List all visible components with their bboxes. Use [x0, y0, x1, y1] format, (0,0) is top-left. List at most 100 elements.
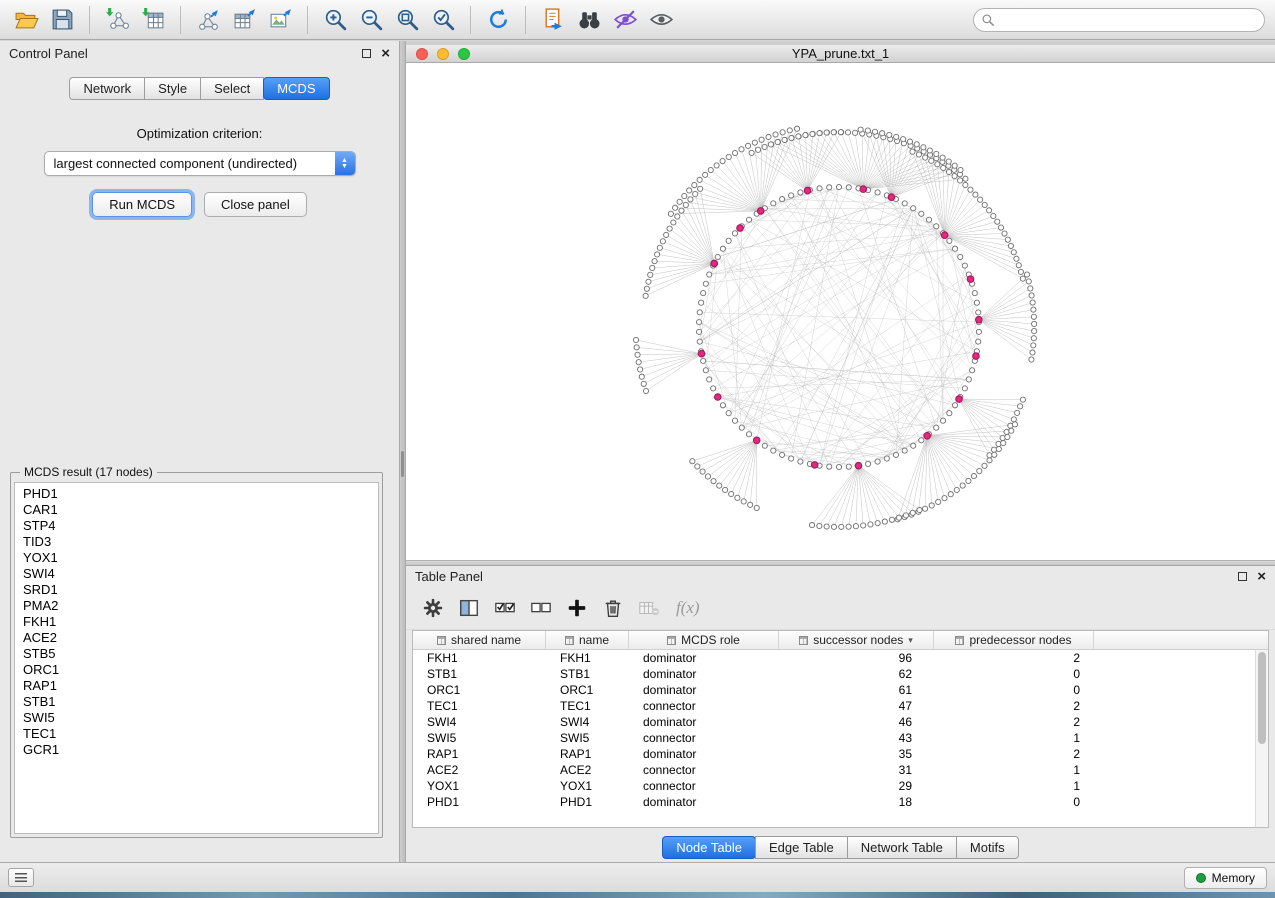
unselect-all-columns-icon[interactable]: [530, 597, 552, 619]
tab-network-table[interactable]: Network Table: [847, 836, 957, 859]
table-cell: connector: [629, 763, 779, 777]
create-column-plus-icon[interactable]: [566, 597, 588, 619]
mcds-result-item[interactable]: GCR1: [15, 742, 378, 758]
sort-indicator-icon[interactable]: ▾: [908, 635, 913, 646]
criterion-select[interactable]: largest connected component (undirected)…: [44, 151, 356, 176]
table-row[interactable]: SWI5SWI5connector431: [413, 730, 1255, 746]
tab-network[interactable]: Network: [69, 77, 145, 100]
export-network-button[interactable]: [192, 4, 224, 36]
eye-slash-icon: [613, 7, 638, 32]
table-row[interactable]: ACE2ACE2connector311: [413, 762, 1255, 778]
table-row[interactable]: ORC1ORC1dominator610: [413, 682, 1255, 698]
column-grid-icon: [437, 636, 446, 645]
mcds-result-item[interactable]: PHD1: [15, 486, 378, 502]
mcds-result-item[interactable]: SWI5: [15, 710, 378, 726]
dropdown-arrows-icon: ▲▼: [335, 152, 355, 175]
table-row[interactable]: YOX1YOX1connector291: [413, 778, 1255, 794]
table-row[interactable]: PHD1PHD1dominator180: [413, 794, 1255, 810]
network-view[interactable]: [406, 63, 1275, 560]
vertical-splitter[interactable]: [399, 41, 406, 862]
table-settings-gear-icon[interactable]: [422, 597, 444, 619]
mcds-result-item[interactable]: PMA2: [15, 598, 378, 614]
zoom-in-button[interactable]: [319, 4, 351, 36]
close-panel-button[interactable]: Close panel: [204, 192, 307, 217]
close-window-icon[interactable]: [416, 48, 428, 60]
search-input[interactable]: [973, 8, 1265, 32]
show-columns-icon[interactable]: [458, 597, 480, 619]
export-table-button[interactable]: [228, 4, 260, 36]
clone-network-button[interactable]: [537, 4, 569, 36]
mcds-result-item[interactable]: SWI4: [15, 566, 378, 582]
table-cell: 31: [779, 763, 934, 777]
splitter-grip[interactable]: [401, 451, 404, 477]
status-bar: Memory: [0, 862, 1275, 892]
show-graphics-details-button[interactable]: [645, 4, 677, 36]
maximize-window-icon[interactable]: [458, 48, 470, 60]
mcds-result-item[interactable]: FKH1: [15, 614, 378, 630]
table-cell: SWI5: [413, 731, 546, 745]
table-row[interactable]: FKH1FKH1dominator962: [413, 650, 1255, 666]
close-table-panel-icon[interactable]: ×: [1257, 572, 1266, 581]
zoom-selected-button[interactable]: [427, 4, 459, 36]
float-panel-icon[interactable]: [362, 49, 371, 58]
select-all-columns-icon[interactable]: [494, 597, 516, 619]
mcds-result-item[interactable]: RAP1: [15, 678, 378, 694]
mcds-result-item[interactable]: TID3: [15, 534, 378, 550]
column-header-shared-name[interactable]: shared name: [413, 631, 546, 649]
tab-mcds[interactable]: MCDS: [263, 77, 329, 100]
mcds-result-item[interactable]: SRD1: [15, 582, 378, 598]
column-header-successor-nodes[interactable]: successor nodes▾: [779, 631, 934, 649]
close-panel-icon[interactable]: ×: [381, 49, 390, 58]
mcds-result-item[interactable]: STB5: [15, 646, 378, 662]
column-header-predecessor-nodes[interactable]: predecessor nodes: [934, 631, 1094, 649]
table-cell: dominator: [629, 715, 779, 729]
open-session-button[interactable]: [10, 4, 42, 36]
refresh-button[interactable]: [482, 4, 514, 36]
column-header-MCDS-role[interactable]: MCDS role: [629, 631, 779, 649]
tab-edge-table[interactable]: Edge Table: [755, 836, 848, 859]
mcds-result-list[interactable]: PHD1CAR1STP4TID3YOX1SWI4SRD1PMA2FKH1ACE2…: [14, 482, 379, 834]
clone-network-icon: [541, 7, 566, 32]
column-label: name: [579, 633, 609, 647]
list-icon: [15, 873, 27, 882]
mcds-result-item[interactable]: CAR1: [15, 502, 378, 518]
mcds-result-item[interactable]: STP4: [15, 518, 378, 534]
function-builder-icon: f(x): [676, 598, 700, 618]
zoom-fit-button[interactable]: [391, 4, 423, 36]
zoom-out-button[interactable]: [355, 4, 387, 36]
table-row[interactable]: STB1STB1dominator620: [413, 666, 1255, 682]
scrollbar-thumb[interactable]: [1258, 652, 1266, 744]
tab-motifs[interactable]: Motifs: [956, 836, 1019, 859]
table-cell: 29: [779, 779, 934, 793]
table-row[interactable]: TEC1TEC1connector472: [413, 698, 1255, 714]
zoom-selected-icon: [431, 7, 456, 32]
hide-graphics-details-button[interactable]: [609, 4, 641, 36]
table-cell: 1: [934, 779, 1094, 793]
minimize-window-icon[interactable]: [437, 48, 449, 60]
log-console-button[interactable]: [8, 868, 34, 887]
network-canvas[interactable]: [406, 63, 1275, 560]
table-row[interactable]: RAP1RAP1dominator352: [413, 746, 1255, 762]
table-cell: 2: [934, 715, 1094, 729]
mcds-result-item[interactable]: YOX1: [15, 550, 378, 566]
table-scrollbar[interactable]: [1255, 650, 1268, 827]
save-session-button[interactable]: [46, 4, 78, 36]
import-table-button[interactable]: [137, 4, 169, 36]
delete-column-trash-icon[interactable]: [602, 597, 624, 619]
tab-select[interactable]: Select: [200, 77, 264, 100]
mcds-result-item[interactable]: ACE2: [15, 630, 378, 646]
find-button[interactable]: [573, 4, 605, 36]
mcds-result-item[interactable]: ORC1: [15, 662, 378, 678]
memory-button[interactable]: Memory: [1184, 867, 1267, 889]
table-row[interactable]: SWI4SWI4dominator462: [413, 714, 1255, 730]
column-header-name[interactable]: name: [546, 631, 629, 649]
export-image-button[interactable]: [264, 4, 296, 36]
float-table-panel-icon[interactable]: [1238, 572, 1247, 581]
mcds-result-item[interactable]: STB1: [15, 694, 378, 710]
import-network-button[interactable]: [101, 4, 133, 36]
tab-node-table[interactable]: Node Table: [662, 836, 756, 859]
network-window-titlebar[interactable]: YPA_prune.txt_1: [406, 45, 1275, 63]
mcds-result-item[interactable]: TEC1: [15, 726, 378, 742]
run-mcds-button[interactable]: Run MCDS: [92, 192, 192, 217]
tab-style[interactable]: Style: [144, 77, 201, 100]
